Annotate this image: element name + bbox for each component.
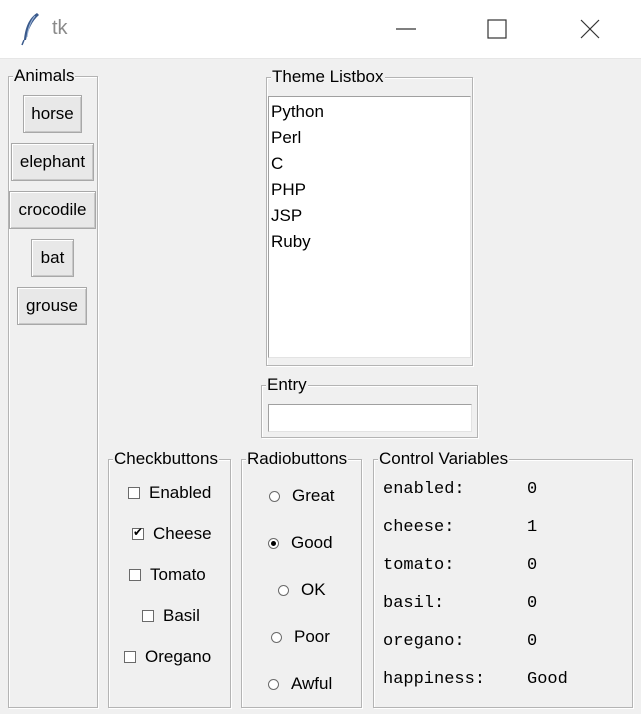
- variable-value: 0: [527, 556, 538, 575]
- title-bar: tk: [0, 0, 641, 59]
- checkbutton-cheese[interactable]: ✔ Cheese: [132, 522, 212, 546]
- variable-value: 1: [527, 518, 538, 537]
- radiobuttons-legend: Radiobuttons: [246, 449, 349, 469]
- elephant-button[interactable]: elephant: [11, 143, 94, 181]
- close-icon: [580, 19, 600, 39]
- variable-value: 0: [527, 480, 538, 499]
- animals-legend: Animals: [13, 66, 76, 86]
- variable-name: tomato:: [383, 556, 455, 575]
- grouse-button[interactable]: grouse: [17, 287, 87, 325]
- radio-unselected-icon: [278, 584, 289, 596]
- checkbutton-label: Cheese: [153, 524, 212, 543]
- bat-button[interactable]: bat: [31, 239, 74, 277]
- checkbutton-label: Oregano: [145, 647, 212, 666]
- maximize-button[interactable]: [462, 0, 532, 58]
- variable-name: happiness:: [383, 670, 486, 689]
- variable-value: Good: [527, 670, 568, 689]
- radiobutton-label: Poor: [294, 627, 330, 646]
- radio-unselected-icon: [269, 490, 280, 502]
- variable-value: 0: [527, 594, 538, 613]
- checkbox-unchecked-icon: [142, 610, 154, 622]
- theme-listbox-legend: Theme Listbox: [271, 67, 385, 87]
- minimize-icon: [396, 28, 416, 30]
- theme-listbox[interactable]: Python Perl C PHP JSP Ruby: [268, 96, 471, 358]
- variable-name: enabled:: [383, 480, 465, 499]
- radiobutton-awful[interactable]: Awful: [268, 672, 332, 696]
- checkbutton-tomato[interactable]: Tomato: [129, 563, 206, 587]
- list-item[interactable]: PHP: [271, 177, 306, 203]
- checkbox-unchecked-icon: [129, 569, 141, 581]
- radiobutton-label: Good: [291, 533, 333, 552]
- variable-name: basil:: [383, 594, 445, 613]
- radiobutton-good[interactable]: Good: [268, 531, 333, 555]
- list-item[interactable]: JSP: [271, 203, 302, 229]
- minimize-button[interactable]: [372, 0, 442, 58]
- horse-button[interactable]: horse: [23, 95, 82, 133]
- radio-unselected-icon: [271, 631, 282, 643]
- list-item[interactable]: Ruby: [271, 229, 311, 255]
- checkbutton-label: Tomato: [150, 565, 206, 584]
- checkbox-unchecked-icon: [124, 651, 136, 663]
- radiobutton-great[interactable]: Great: [269, 484, 335, 508]
- checkbox-checked-icon: ✔: [132, 525, 144, 540]
- close-button[interactable]: [555, 0, 625, 58]
- checkbutton-enabled[interactable]: Enabled: [128, 481, 211, 505]
- radiobutton-ok[interactable]: OK: [278, 578, 326, 602]
- list-item[interactable]: Python: [271, 99, 324, 125]
- checkbuttons-legend: Checkbuttons: [113, 449, 219, 469]
- variable-name: oregano:: [383, 632, 465, 651]
- entry-field[interactable]: [268, 404, 472, 432]
- radiobutton-label: Awful: [291, 674, 333, 693]
- window-title: tk: [52, 17, 68, 39]
- checkbutton-basil[interactable]: Basil: [142, 604, 200, 628]
- checkbutton-oregano[interactable]: Oregano: [124, 645, 211, 669]
- list-item[interactable]: Perl: [271, 125, 301, 151]
- list-item[interactable]: C: [271, 151, 283, 177]
- radiobutton-label: OK: [301, 580, 326, 599]
- crocodile-button[interactable]: crocodile: [9, 191, 96, 229]
- radiobutton-label: Great: [292, 486, 335, 505]
- variable-name: cheese:: [383, 518, 455, 537]
- control-variables-legend: Control Variables: [378, 449, 510, 469]
- maximize-icon: [487, 19, 507, 39]
- variable-value: 0: [527, 632, 538, 651]
- radio-selected-icon: [268, 537, 279, 549]
- checkbox-unchecked-icon: [128, 487, 140, 499]
- radiobutton-poor[interactable]: Poor: [271, 625, 330, 649]
- checkbutton-label: Basil: [163, 606, 200, 625]
- entry-legend: Entry: [266, 375, 308, 395]
- feather-icon: [21, 13, 39, 46]
- checkbutton-label: Enabled: [149, 483, 212, 502]
- radio-unselected-icon: [268, 678, 279, 690]
